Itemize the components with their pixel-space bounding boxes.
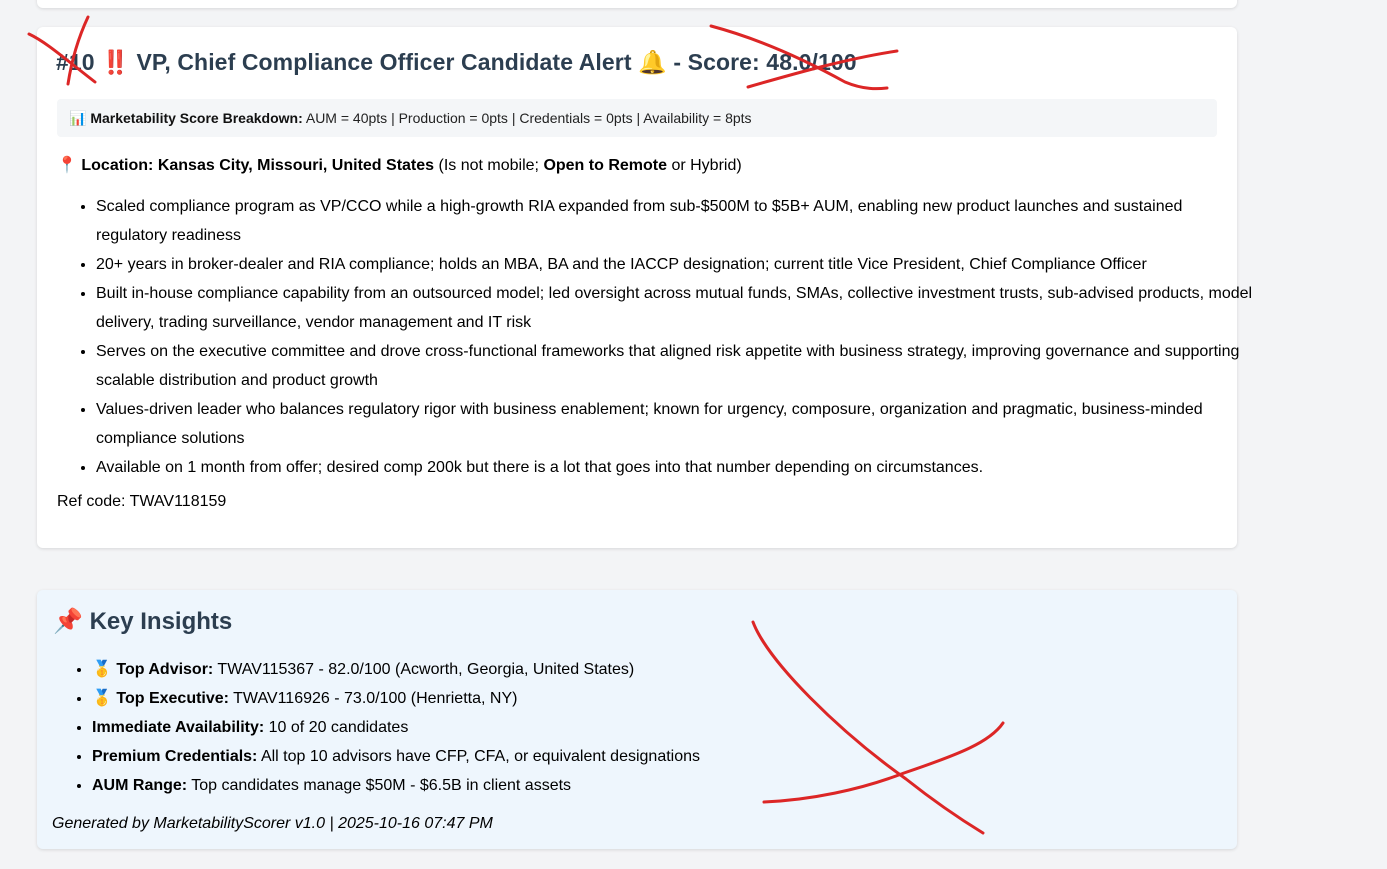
breakdown-label: Marketability Score Breakdown: (90, 110, 303, 126)
bar-chart-icon: 📊 (69, 110, 87, 126)
medal-icon: 🥇 (92, 661, 112, 678)
candidate-card: #10 ‼️ VP, Chief Compliance Officer Cand… (37, 27, 1252, 548)
mobility-suffix: or Hybrid) (671, 157, 742, 174)
list-item: Values-driven leader who balances regula… (96, 395, 1256, 453)
list-item: Serves on the executive committee and dr… (96, 337, 1256, 395)
score-breakdown: 📊 Marketability Score Breakdown: AUM = 4… (57, 99, 1217, 137)
mobility-prefix: (Is not mobile; (438, 157, 539, 174)
previous-card (37, 0, 1237, 8)
pushpin-icon: 📌 (53, 608, 83, 635)
bell-icon: 🔔 (638, 49, 667, 75)
insights-title: 📌 Key Insights (53, 607, 232, 636)
insight-top-executive: 🥇 Top Executive: TWAV116926 - 73.0/100 (… (92, 684, 700, 713)
insight-top-advisor: 🥇 Top Advisor: TWAV115367 - 82.0/100 (Ac… (92, 655, 700, 684)
medal-icon: 🥇 (92, 690, 112, 707)
insight-label: Immediate Availability: (92, 719, 265, 736)
list-item: Built in-house compliance capability fro… (96, 279, 1256, 337)
location-place: Kansas City, Missouri, United States (157, 157, 435, 174)
insight-text: Top candidates manage $50M - $6.5B in cl… (191, 777, 572, 794)
key-insights-panel: 📌 Key Insights 🥇 Top Advisor: TWAV115367… (37, 590, 1237, 849)
insights-title-text: Key Insights (89, 608, 233, 635)
double-exclamation-icon: ‼️ (101, 49, 130, 75)
insights-list: 🥇 Top Advisor: TWAV115367 - 82.0/100 (Ac… (52, 655, 700, 800)
rank-label: #10 (56, 49, 95, 75)
ref-code: Ref code: TWAV118159 (57, 493, 227, 510)
insight-availability: Immediate Availability: 10 of 20 candida… (92, 713, 700, 742)
breakdown-text: AUM = 40pts | Production = 0pts | Creden… (305, 110, 752, 126)
insight-text: TWAV116926 - 73.0/100 (Henrietta, NY) (233, 690, 518, 707)
candidate-location: 📍 Location: Kansas City, Missouri, Unite… (57, 155, 742, 175)
generated-footer: Generated by MarketabilityScorer v1.0 | … (52, 815, 493, 832)
list-item: Available on 1 month from offer; desired… (96, 453, 1256, 482)
location-label: Location: (81, 157, 154, 174)
insight-label: Top Advisor: (116, 661, 214, 678)
insight-aum-range: AUM Range: Top candidates manage $50M - … (92, 771, 700, 800)
insight-label: Premium Credentials: (92, 748, 258, 765)
list-item: 20+ years in broker-dealer and RIA compl… (96, 250, 1256, 279)
insight-text: 10 of 20 candidates (268, 719, 409, 736)
candidate-title: #10 ‼️ VP, Chief Compliance Officer Cand… (56, 49, 857, 76)
remote-label: Open to Remote (543, 157, 667, 174)
candidate-title-text: VP, Chief Compliance Officer Candidate A… (136, 49, 632, 75)
insight-label: Top Executive: (116, 690, 229, 707)
insight-text: TWAV115367 - 82.0/100 (Acworth, Georgia,… (217, 661, 635, 678)
insight-text: All top 10 advisors have CFP, CFA, or eq… (260, 748, 701, 765)
list-item: Scaled compliance program as VP/CCO whil… (96, 192, 1256, 250)
insight-credentials: Premium Credentials: All top 10 advisors… (92, 742, 700, 771)
pin-icon: 📍 (57, 157, 77, 174)
candidate-highlights: Scaled compliance program as VP/CCO whil… (57, 192, 1256, 482)
insight-label: AUM Range: (92, 777, 188, 794)
score-text: - Score: 48.0/100 (673, 49, 857, 75)
